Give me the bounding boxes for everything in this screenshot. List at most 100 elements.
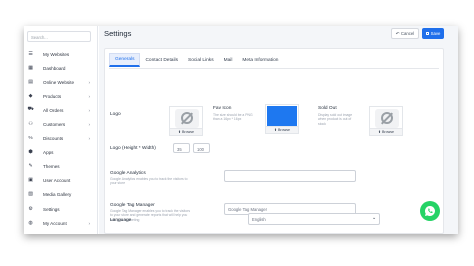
cancel-button[interactable]: ↶ Cancel [391, 28, 419, 39]
sidebar-item-media-gallery[interactable]: ▧ Media Gallery [24, 188, 98, 202]
sidebar-item-customers[interactable]: ⚇ Customers › [24, 117, 98, 131]
sidebar-item-my-account[interactable]: ◍ My Account › [24, 216, 98, 230]
cancel-label: Cancel [400, 31, 415, 36]
gallery-icon: ▧ [28, 192, 33, 198]
gtm-label: Google Tag Manager [110, 203, 155, 208]
no-image-icon [175, 109, 199, 128]
sold-out-upload: ⬆ Browse [369, 106, 403, 136]
sidebar-item-label: All Orders [43, 107, 64, 113]
sidebar-item-discounts[interactable]: % Discounts › [24, 132, 98, 146]
sidebar-item-label: Discounts [43, 136, 64, 142]
chevron-right-icon: › [88, 93, 90, 99]
store-icon: ▤ [28, 79, 33, 85]
gtm-placeholder: Google Tag Manager [228, 207, 268, 212]
sidebar-item-label: My Websites [43, 51, 70, 57]
fav-icon-upload: ⬆ Browse [265, 104, 299, 134]
sidebar-item-label: Online Website [43, 79, 75, 85]
sidebar-item-user-account[interactable]: ▣ User Account [24, 174, 98, 188]
search-input[interactable]: Search... [27, 31, 91, 42]
logo-height-input[interactable]: 35 [173, 143, 190, 153]
sidebar-item-label: Media Gallery [43, 192, 72, 198]
main-content: Settings ↶ Cancel Save Generals Contact D… [99, 26, 458, 234]
chevron-right-icon: › [88, 122, 90, 128]
logo-label: Logo [110, 112, 121, 117]
browse-label: Browse [182, 130, 194, 134]
account-icon: ◍ [28, 220, 33, 226]
sidebar-item-label: Products [43, 93, 62, 99]
app-window: Search... ☰ My Websites ▦ Dashboard ▤ Online … [24, 26, 458, 234]
whatsapp-icon [425, 206, 435, 216]
settings-tabs: Generals Contact Details Social Links Mail M… [109, 53, 283, 67]
logo-size-label: Logo (Height * Width) [110, 146, 156, 151]
dashboard-icon: ▦ [28, 65, 33, 71]
sidebar-item-label: Customers [43, 122, 66, 128]
sold-out-browse-button[interactable]: ⬆ Browse [370, 128, 402, 135]
sold-out-help: Display sold out image when product is o… [318, 113, 353, 126]
ga-input[interactable] [224, 170, 356, 182]
browse-label: Browse [382, 130, 394, 134]
logo-upload: ⬆ Browse [169, 106, 203, 136]
sidebar-item-themes[interactable]: ✎ Themes [24, 160, 98, 174]
discount-icon: % [28, 136, 33, 142]
language-select[interactable]: English ⌄ [248, 213, 380, 225]
tab-generals[interactable]: Generals [109, 53, 141, 67]
logo-height-value: 35 [177, 146, 182, 152]
sidebar-item-apps[interactable]: ⬢ Apps [24, 146, 98, 160]
tab-meta-information[interactable]: Meta Information [237, 53, 283, 67]
browse-label: Browse [278, 128, 290, 132]
sidebar-item-settings[interactable]: ⚙ Settings [24, 202, 98, 216]
sidebar-item-my-websites[interactable]: ☰ My Websites [24, 47, 98, 61]
ga-label: Google Analytics [110, 171, 146, 176]
tab-social-links[interactable]: Social Links [183, 53, 219, 67]
search-placeholder: Search... [31, 34, 48, 40]
sidebar-item-dashboard[interactable]: ▦ Dashboard [24, 61, 98, 75]
language-value: English [252, 217, 266, 222]
user-icon: ▣ [28, 178, 33, 184]
fav-icon-label: Fav Icon [213, 106, 232, 111]
sidebar-item-products[interactable]: ◆ Products › [24, 89, 98, 103]
logo-width-value: 100 [197, 146, 204, 152]
upload-icon: ⬆ [274, 128, 278, 132]
sidebar-item-all-orders[interactable]: ⛟ All Orders › [24, 103, 98, 117]
cart-icon: ⛟ [27, 107, 34, 113]
page-title: Settings [104, 29, 132, 38]
menu-icon: ☰ [28, 51, 33, 57]
sidebar-item-label: My Account [43, 220, 67, 226]
whatsapp-button[interactable] [420, 201, 440, 221]
language-label: Language [110, 218, 132, 223]
tab-mail[interactable]: Mail [219, 53, 238, 67]
save-icon [425, 31, 430, 36]
fav-icon-browse-button[interactable]: ⬆ Browse [266, 126, 298, 133]
chevron-right-icon: › [88, 79, 90, 85]
upload-icon: ⬆ [178, 130, 182, 134]
chevron-right-icon: › [88, 107, 90, 113]
sidebar-item-label: User Account [43, 178, 71, 184]
no-image-icon [375, 109, 399, 128]
sidebar-item-label: Settings [43, 206, 60, 212]
ga-help: Google Analytics enables you to track th… [110, 177, 188, 186]
save-button[interactable]: Save [422, 28, 444, 39]
sidebar-item-label: Dashboard [43, 65, 66, 71]
logo-browse-button[interactable]: ⬆ Browse [170, 128, 202, 135]
logo-width-input[interactable]: 100 [193, 143, 210, 153]
tabs-divider [109, 68, 439, 69]
sidebar-item-label: Themes [43, 164, 60, 170]
chevron-right-icon: › [88, 136, 90, 142]
sidebar-nav: ☰ My Websites ▦ Dashboard ▤ Online Website › ◆ P… [24, 47, 98, 230]
brush-icon: ✎ [28, 164, 33, 170]
tab-contact-details[interactable]: Contact Details [140, 53, 183, 67]
chevron-down-icon: ⌄ [371, 215, 376, 221]
save-label: Save [430, 31, 441, 36]
upload-icon: ⬆ [378, 130, 382, 134]
sidebar: Search... ☰ My Websites ▦ Dashboard ▤ Online … [24, 26, 98, 234]
apps-icon: ⬢ [28, 150, 33, 156]
undo-icon: ↶ [395, 30, 400, 36]
sold-out-label: Sold Out [318, 106, 337, 111]
gear-icon: ⚙ [28, 206, 33, 212]
box-icon: ◆ [28, 93, 33, 99]
settings-card: Generals Contact Details Social Links Mail M… [104, 48, 444, 234]
customers-icon: ⚇ [28, 122, 33, 128]
fav-icon-preview [267, 106, 297, 127]
fav-icon-help: The size should be a PNG than a 16px * 1… [213, 113, 253, 122]
sidebar-item-online-website[interactable]: ▤ Online Website › [24, 75, 98, 89]
